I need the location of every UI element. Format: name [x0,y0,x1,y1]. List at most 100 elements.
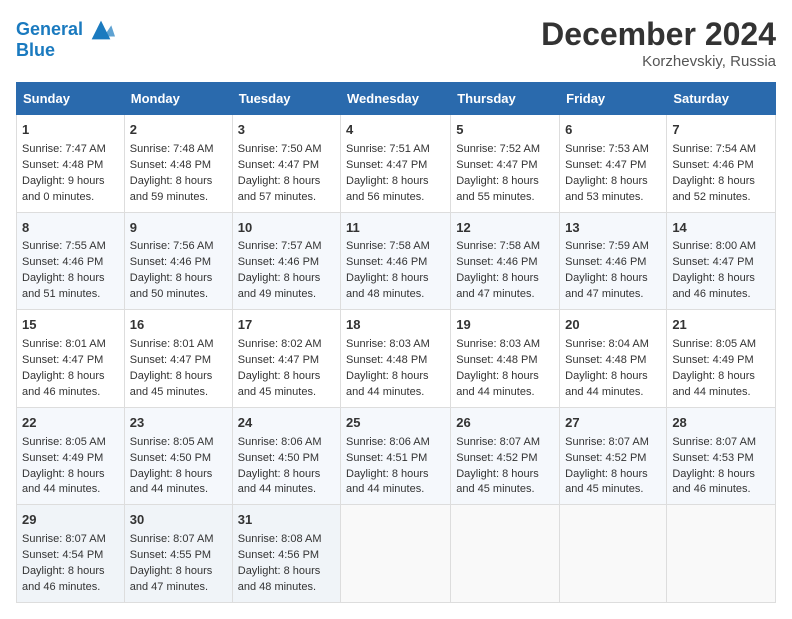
calendar-cell: 6Sunrise: 7:53 AMSunset: 4:47 PMDaylight… [560,115,667,213]
sunrise-label: Sunrise: 7:47 AM [22,143,106,155]
calendar-cell: 4Sunrise: 7:51 AMSunset: 4:47 PMDaylight… [341,115,451,213]
calendar-cell: 10Sunrise: 7:57 AMSunset: 4:46 PMDayligh… [232,212,340,310]
sunrise-label: Sunrise: 8:07 AM [456,436,540,448]
sunset-label: Sunset: 4:47 PM [565,159,646,171]
calendar-cell: 18Sunrise: 8:03 AMSunset: 4:48 PMDayligh… [341,310,451,408]
day-number: 23 [130,414,227,433]
sunset-label: Sunset: 4:56 PM [238,549,319,561]
calendar-week-row: 1Sunrise: 7:47 AMSunset: 4:48 PMDaylight… [17,115,776,213]
page-header: General Blue December 2024 Korzhevskiy, … [16,16,776,70]
sunset-label: Sunset: 4:48 PM [22,159,103,171]
day-number: 3 [238,121,335,140]
day-number: 13 [565,219,661,238]
sunset-label: Sunset: 4:46 PM [456,256,537,268]
sunset-label: Sunset: 4:51 PM [346,452,427,464]
day-header-monday: Monday [124,83,232,115]
daylight-label: Daylight: 8 hours and 44 minutes. [565,370,648,398]
sunset-label: Sunset: 4:48 PM [565,354,646,366]
daylight-label: Daylight: 8 hours and 55 minutes. [456,175,539,203]
title-block: December 2024 Korzhevskiy, Russia [541,16,776,70]
day-number: 16 [130,316,227,335]
month-title: December 2024 [541,16,776,53]
daylight-label: Daylight: 8 hours and 44 minutes. [346,468,429,496]
sunrise-label: Sunrise: 8:06 AM [346,436,430,448]
daylight-label: Daylight: 8 hours and 46 minutes. [672,272,755,300]
day-number: 10 [238,219,335,238]
calendar-cell [667,505,776,603]
day-number: 21 [672,316,770,335]
day-header-tuesday: Tuesday [232,83,340,115]
calendar-cell [560,505,667,603]
sunset-label: Sunset: 4:46 PM [238,256,319,268]
daylight-label: Daylight: 8 hours and 45 minutes. [456,468,539,496]
calendar-cell: 9Sunrise: 7:56 AMSunset: 4:46 PMDaylight… [124,212,232,310]
sunrise-label: Sunrise: 8:02 AM [238,338,322,350]
daylight-label: Daylight: 8 hours and 44 minutes. [346,370,429,398]
sunset-label: Sunset: 4:47 PM [456,159,537,171]
sunset-label: Sunset: 4:47 PM [346,159,427,171]
daylight-label: Daylight: 8 hours and 53 minutes. [565,175,648,203]
day-number: 8 [22,219,119,238]
daylight-label: Daylight: 8 hours and 45 minutes. [565,468,648,496]
daylight-label: Daylight: 8 hours and 44 minutes. [238,468,321,496]
day-number: 17 [238,316,335,335]
calendar-week-row: 22Sunrise: 8:05 AMSunset: 4:49 PMDayligh… [17,407,776,505]
daylight-label: Daylight: 8 hours and 45 minutes. [130,370,213,398]
calendar-cell: 20Sunrise: 8:04 AMSunset: 4:48 PMDayligh… [560,310,667,408]
calendar-cell: 27Sunrise: 8:07 AMSunset: 4:52 PMDayligh… [560,407,667,505]
daylight-label: Daylight: 8 hours and 45 minutes. [238,370,321,398]
calendar-cell: 8Sunrise: 7:55 AMSunset: 4:46 PMDaylight… [17,212,125,310]
sunset-label: Sunset: 4:55 PM [130,549,211,561]
day-number: 4 [346,121,445,140]
calendar-body: 1Sunrise: 7:47 AMSunset: 4:48 PMDaylight… [17,115,776,603]
daylight-label: Daylight: 8 hours and 51 minutes. [22,272,105,300]
logo: General Blue [16,16,115,61]
calendar-cell: 26Sunrise: 8:07 AMSunset: 4:52 PMDayligh… [451,407,560,505]
location: Korzhevskiy, Russia [541,53,776,70]
calendar-week-row: 29Sunrise: 8:07 AMSunset: 4:54 PMDayligh… [17,505,776,603]
sunset-label: Sunset: 4:48 PM [456,354,537,366]
daylight-label: Daylight: 8 hours and 44 minutes. [130,468,213,496]
daylight-label: Daylight: 8 hours and 48 minutes. [346,272,429,300]
day-number: 29 [22,511,119,530]
day-header-friday: Friday [560,83,667,115]
day-number: 5 [456,121,554,140]
calendar-cell [341,505,451,603]
calendar-week-row: 8 Sunrise: 7:55 AM Sunset: 4:46 PM Daylight… [17,212,776,310]
sunset-label: Sunset: 4:49 PM [22,452,103,464]
daylight-label: Daylight: 8 hours and 44 minutes. [456,370,539,398]
calendar-cell: 1Sunrise: 7:47 AMSunset: 4:48 PMDaylight… [17,115,125,213]
calendar-cell: 24Sunrise: 8:06 AMSunset: 4:50 PMDayligh… [232,407,340,505]
calendar-cell: 22Sunrise: 8:05 AMSunset: 4:49 PMDayligh… [17,407,125,505]
day-header-saturday: Saturday [667,83,776,115]
daylight-label: Daylight: 8 hours and 52 minutes. [672,175,755,203]
day-number: 31 [238,511,335,530]
calendar-cell: 15Sunrise: 8:01 AMSunset: 4:47 PMDayligh… [17,310,125,408]
daylight-label: Daylight: 8 hours and 48 minutes. [238,565,321,593]
calendar-cell: 16Sunrise: 8:01 AMSunset: 4:47 PMDayligh… [124,310,232,408]
sunrise-label: Sunrise: 7:57 AM [238,240,322,252]
sunrise-label: Sunrise: 8:07 AM [22,533,106,545]
calendar-cell: 31 Sunrise: 8:08 AM Sunset: 4:56 PM Dayligh… [232,505,340,603]
day-number: 14 [672,219,770,238]
sunset-label: Sunset: 4:48 PM [130,159,211,171]
calendar-cell: 2Sunrise: 7:48 AMSunset: 4:48 PMDaylight… [124,115,232,213]
sunrise-label: Sunrise: 7:55 AM [22,240,106,252]
day-number: 11 [346,219,445,238]
calendar-cell: 19Sunrise: 8:03 AMSunset: 4:48 PMDayligh… [451,310,560,408]
day-number: 28 [672,414,770,433]
logo-icon [87,16,115,44]
sunset-label: Sunset: 4:46 PM [130,256,211,268]
calendar-cell: 11Sunrise: 7:58 AMSunset: 4:46 PMDayligh… [341,212,451,310]
calendar-cell [451,505,560,603]
calendar-table: SundayMondayTuesdayWednesdayThursdayFrid… [16,82,776,603]
calendar-week-row: 15Sunrise: 8:01 AMSunset: 4:47 PMDayligh… [17,310,776,408]
day-number: 25 [346,414,445,433]
sunrise-label: Sunrise: 8:08 AM [238,533,322,545]
day-number: 27 [565,414,661,433]
sunrise-label: Sunrise: 8:04 AM [565,338,649,350]
calendar-cell: 30Sunrise: 8:07 AMSunset: 4:55 PMDayligh… [124,505,232,603]
calendar-cell: 23Sunrise: 8:05 AMSunset: 4:50 PMDayligh… [124,407,232,505]
day-header-thursday: Thursday [451,83,560,115]
daylight-label: Daylight: 8 hours and 47 minutes. [565,272,648,300]
